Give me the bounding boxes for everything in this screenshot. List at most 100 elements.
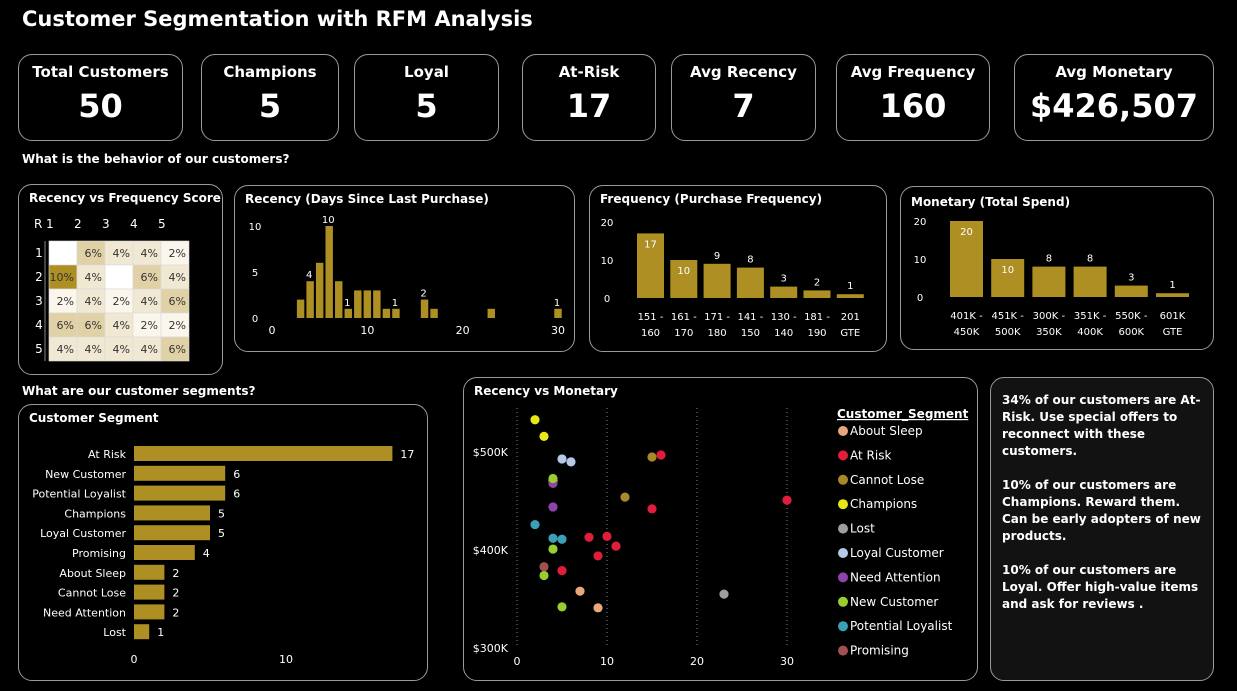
y-tick-label: 20 — [601, 218, 614, 229]
category-label: GTE — [840, 328, 860, 339]
segment-label: About Sleep — [59, 567, 126, 580]
heatmap-col-label: 4 — [130, 217, 138, 231]
bar-data-label: 4 — [203, 547, 210, 560]
heatmap-cell-label: 4% — [113, 247, 130, 260]
heatmap-cell-label: 6% — [57, 319, 74, 332]
heatmap-cell-label: 6% — [141, 271, 158, 284]
legend-entry: Champions — [850, 497, 917, 511]
x-tick-label: 10 — [279, 653, 293, 666]
bar-data-label: 10 — [1001, 265, 1014, 276]
y-tick-label: 0 — [917, 293, 923, 304]
recency-bar — [335, 281, 343, 318]
rf-heatmap-card: Recency vs Frequency Score R 1 2 3 4 5 1 6% 4% 4%… — [18, 184, 223, 375]
kpi-label: Total Customers — [32, 63, 169, 81]
heatmap-col-label: 5 — [158, 217, 166, 231]
recency-card: Recency (Days Since Last Purchase) 4 10 1 1… — [234, 185, 575, 352]
heatmap-cell-label: 4% — [57, 343, 74, 356]
scatter-point — [557, 602, 567, 612]
category-label: 451K - — [991, 311, 1024, 322]
segment-bar — [134, 465, 226, 481]
segment-bar — [134, 505, 210, 521]
category-label: 350K — [1036, 327, 1062, 338]
category-label: 180 — [708, 328, 727, 339]
category-label: 151 - — [638, 312, 664, 323]
scatter-point — [593, 603, 603, 613]
recency-bar — [325, 226, 333, 318]
bar — [1156, 293, 1189, 297]
scatter-point — [548, 533, 558, 543]
x-tick-label: 10 — [600, 655, 614, 668]
heatmap-cell-label: 4% — [141, 247, 158, 260]
bar-data-label: 2 — [814, 277, 820, 288]
x-tick-label: 0 — [131, 653, 138, 666]
y-tick-label: 0 — [604, 294, 610, 305]
legend-entry: New Customer — [850, 595, 938, 609]
legend-marker — [838, 450, 848, 461]
scatter-point — [611, 541, 621, 551]
kpi-label: Avg Frequency — [850, 63, 976, 81]
segment-label: Promising — [72, 547, 126, 560]
y-tick-label: 10 — [249, 222, 262, 233]
category-label: 201 — [841, 312, 860, 323]
question-behavior: What is the behavior of our customers? — [22, 152, 290, 166]
heatmap-row-header: R — [34, 217, 42, 231]
legend-marker — [838, 474, 848, 485]
kpi-at-risk: At-Risk 17 — [522, 54, 656, 141]
chart-title: Recency (Days Since Last Purchase) — [245, 192, 489, 206]
heatmap-cell-label: 4% — [113, 319, 130, 332]
bar-data-label: 5 — [218, 507, 225, 520]
recency-bar — [430, 308, 438, 318]
segment-chart: At Risk 17 New Customer 6 Potential Loyalist… — [32, 446, 414, 666]
recency-bar — [315, 262, 324, 318]
chart-title: Customer Segment — [29, 411, 159, 425]
bar — [803, 290, 831, 298]
segment-label: Potential Loyalist — [32, 488, 126, 501]
legend-entry: Potential Loyalist — [850, 619, 953, 633]
segment-bar — [134, 624, 150, 640]
y-tick-label: 10 — [601, 256, 614, 267]
bar-data-label: 1 — [847, 281, 853, 292]
heatmap-col-label: 1 — [46, 217, 54, 231]
x-tick-label: 30 — [551, 324, 565, 337]
insight-text: 10% of our customers are Champions. Rewa… — [1002, 478, 1201, 543]
bar-data-label: 3 — [781, 274, 787, 285]
bar — [703, 263, 731, 298]
insight-text: 34% of our customers are At-Risk. Use sp… — [1002, 393, 1201, 458]
bar-data-label: 1 — [392, 298, 398, 309]
bar-data-label: 3 — [1128, 273, 1134, 284]
bar — [1032, 266, 1066, 297]
x-tick-label: 20 — [456, 324, 470, 337]
kpi-value: 7 — [732, 87, 755, 125]
category-label: 160 — [641, 328, 660, 339]
heatmap-row-label: 4 — [35, 318, 43, 332]
heatmap-row-label: 1 — [35, 246, 43, 260]
heatmap-cell-label: 2% — [169, 319, 186, 332]
bar-data-label: 8 — [747, 255, 753, 266]
heatmap-cell-label: 4% — [85, 343, 102, 356]
category-label: 161 - — [671, 312, 697, 323]
bar-data-label: 2 — [172, 587, 179, 600]
segment-bar — [134, 564, 165, 580]
heatmap-cell-label: 6% — [85, 247, 102, 260]
segment-label: New Customer — [45, 468, 126, 481]
bar — [836, 294, 864, 298]
bar-data-label: 2 — [172, 606, 179, 619]
category-label: 550K - — [1115, 311, 1148, 322]
segment-bar — [134, 485, 226, 501]
legend-marker — [838, 426, 848, 436]
heatmap-cell-label: 10% — [50, 271, 74, 284]
category-label: 181 - — [804, 312, 830, 323]
frequency-chart: 17151 -16010161 -1709171 -1808141 -15031… — [601, 218, 864, 339]
kpi-label: Loyal — [404, 63, 449, 81]
bar-data-label: 10 — [677, 266, 690, 277]
bar-data-label: 20 — [960, 227, 973, 238]
x-tick-label: 30 — [780, 655, 794, 668]
scatter-point — [548, 544, 558, 554]
kpi-champions: Champions 5 — [201, 54, 339, 141]
recency-bar — [420, 299, 429, 318]
recency-bar — [306, 281, 314, 318]
y-tick-label: 10 — [914, 255, 927, 266]
chart-title: Recency vs Monetary — [474, 384, 618, 398]
bar-data-label: 1 — [344, 298, 350, 309]
segment-card: Customer Segment At Risk 17 New Customer 6 P… — [18, 404, 428, 681]
